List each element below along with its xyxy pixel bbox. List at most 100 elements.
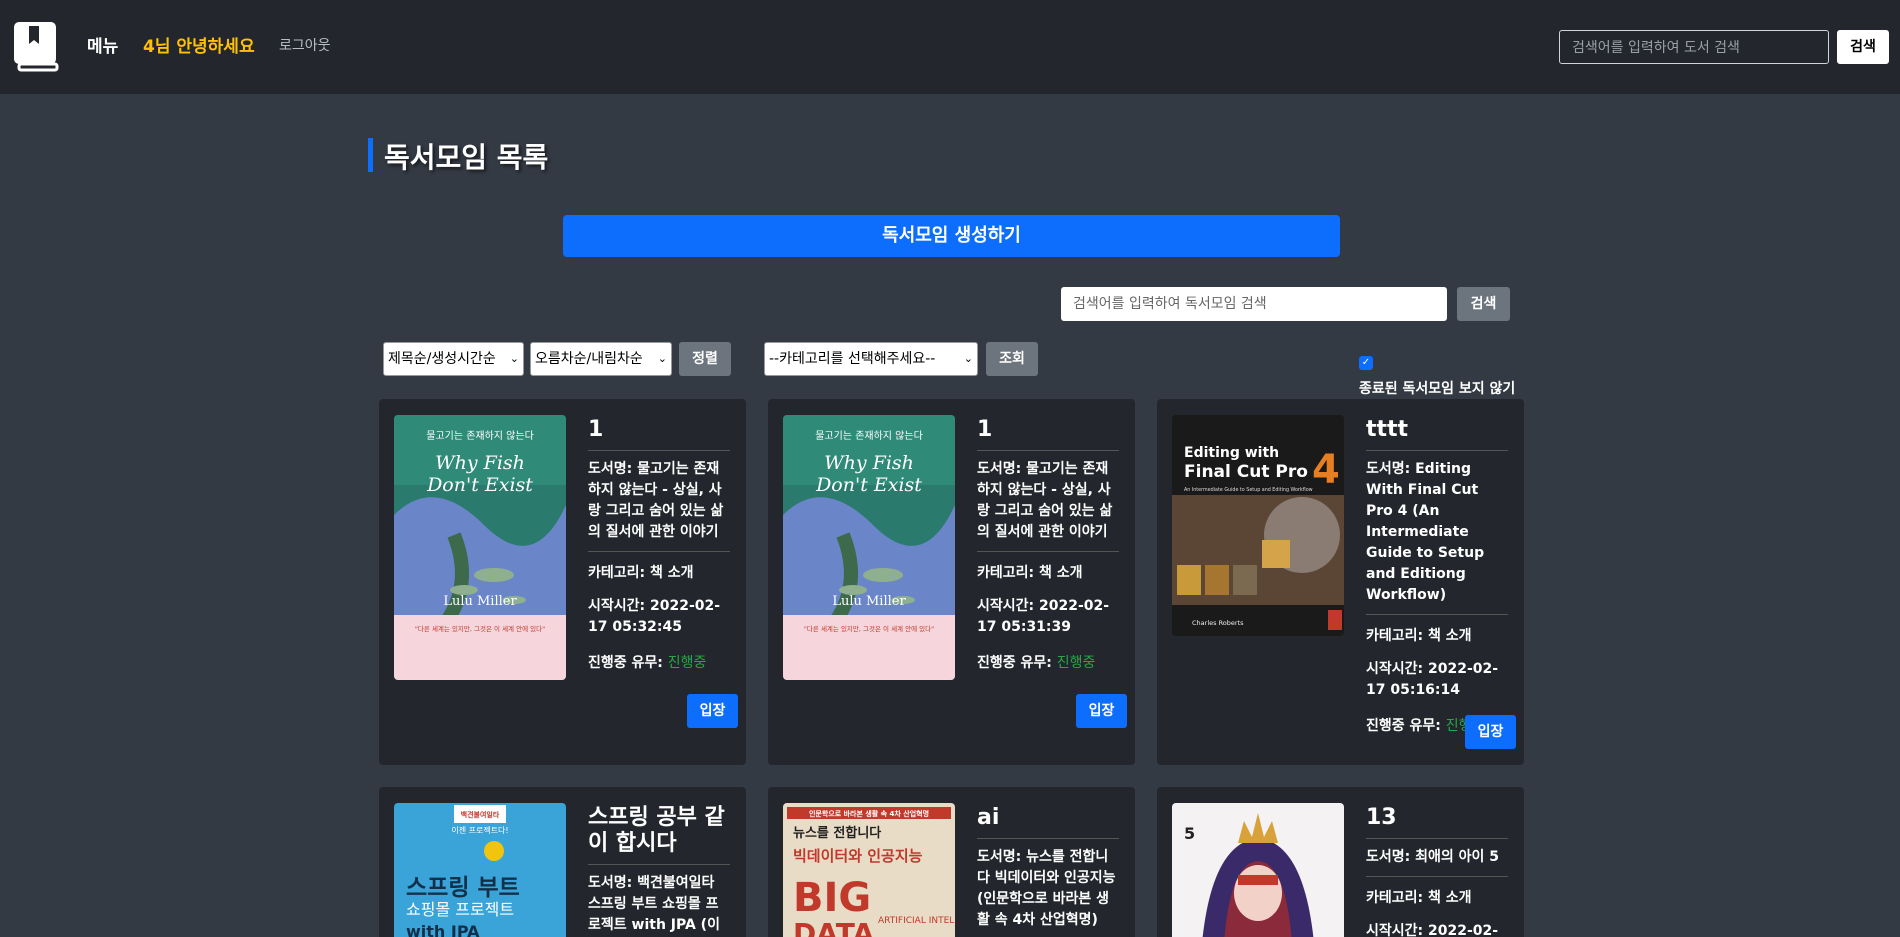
card-status: 진행중 유무: 진행중 — [588, 638, 730, 672]
cover-number: 5 — [1184, 824, 1195, 843]
card-info: tttt 도서명: Editing With Final Cut Pro 4 (… — [1366, 417, 1508, 735]
book-cover-image: 백견불여일타 이젠 프로젝트다! 스프링 부트 쇼핑몰 프로젝트 with JP… — [394, 803, 566, 937]
card-info: 1 도서명: 물고기는 존재하지 않는다 - 상실, 사랑 그리고 숨어 있는 … — [588, 417, 730, 672]
cover-author: Lulu Miller — [443, 594, 517, 609]
svg-text:Why Fish: Why Fish — [824, 452, 914, 474]
group-search-button[interactable]: 검색 — [1457, 287, 1510, 321]
sort-field-select[interactable]: 제목순/생성시간순 ⌄ — [383, 342, 524, 376]
cover-title: 스프링 부트 — [406, 875, 520, 901]
cover-data: DATA — [793, 917, 875, 937]
sort-order-select[interactable]: 오름차순/내림차순 ⌄ — [530, 342, 672, 376]
create-group-button[interactable]: 독서모임 생성하기 — [563, 215, 1340, 257]
card-book-name: 도서명: 백견불여일타 스프링 부트 쇼핑몰 프로젝트 with JPA (이젠 — [588, 865, 730, 937]
chevron-down-icon: ⌄ — [657, 352, 667, 365]
book-logo-icon[interactable] — [12, 20, 60, 72]
cover-big: BIG — [793, 875, 871, 921]
enter-button[interactable]: 입장 — [1076, 694, 1127, 728]
book-cover-image: 5 — [1172, 803, 1344, 937]
sort-field-value: 제목순/생성시간순 — [388, 351, 496, 367]
category-select-value: --카테고리를 선택해주세요-- — [769, 351, 936, 367]
card-start-time: 시작시간: 2022-02- — [1366, 923, 1499, 937]
card-title: ai — [977, 805, 1119, 839]
book-cover-image: 물고기는 존재하지 않는다 Why Fish Don't Exist Lulu … — [783, 415, 955, 680]
book-cover-image: Editing with Final Cut Pro 4 An Intermed… — [1172, 415, 1344, 636]
card-book-name: 도서명: 최애의 아이 5 — [1366, 839, 1508, 877]
card-status-label: 진행중 유무: — [588, 655, 668, 671]
page-title: 독서모임 목록 — [384, 141, 549, 174]
card-book-name: 도서명: 물고기는 존재하지 않는다 - 상실, 사랑 그리고 숨어 있는 삶의… — [977, 451, 1119, 552]
card-info: ai 도서명: 뉴스를 전합니다 빅데이터와 인공지능 (인문학으로 바라본 생… — [977, 805, 1119, 937]
cover-ai: ARTIFICIAL INTELLIGENCE — [878, 916, 955, 926]
card-title: 1 — [977, 417, 1119, 451]
cover-subtitle: 쇼핑몰 프로젝트 — [406, 900, 514, 919]
cover-line2: 빅데이터와 인공지능 — [793, 847, 923, 865]
book-cover-image: 인문학으로 바라본 생활 속 4차 산업혁명 뉴스를 전합니다 빅데이터와 인공… — [783, 803, 955, 937]
card-title: tttt — [1366, 417, 1508, 451]
cover-line1: 뉴스를 전합니다 — [793, 825, 881, 841]
card-category: 카테고리: 책 소개 — [1366, 890, 1472, 906]
card-title: 1 — [588, 417, 730, 451]
category-filter-button[interactable]: 조회 — [986, 342, 1038, 376]
card-status-value: 진행중 — [1056, 655, 1096, 671]
card-category: 카테고리: 책 소개 — [977, 565, 1083, 581]
cover-with: with JPA — [406, 922, 480, 937]
cover-series: 백견불여일타 — [461, 810, 500, 819]
group-card: 물고기는 존재하지 않는다 Why Fish Don't Exist Lulu … — [768, 399, 1135, 765]
card-status-label: 진행중 유무: — [1366, 718, 1446, 734]
hide-closed-checkbox[interactable]: ✓ — [1359, 356, 1373, 370]
card-start-time: 시작시간: 2022-02-17 05:16:14 — [1366, 661, 1499, 698]
card-info: 13 도서명: 최애의 아이 5 카테고리: 책 소개 시작시간: 2022-0… — [1366, 805, 1508, 937]
chevron-down-icon: ⌄ — [509, 352, 519, 365]
card-title: 13 — [1366, 805, 1508, 839]
card-start-time: 시작시간: 2022-02-17 05:31:39 — [977, 598, 1110, 635]
svg-text:Why Fish: Why Fish — [435, 452, 525, 474]
cover-banner: 인문학으로 바라본 생활 속 4차 산업혁명 — [809, 809, 929, 818]
group-card: 물고기는 존재하지 않는다 Why Fish Don't Exist Lulu … — [379, 399, 746, 765]
card-category: 카테고리: 책 소개 — [1366, 628, 1472, 644]
group-card: 백견불여일타 이젠 프로젝트다! 스프링 부트 쇼핑몰 프로젝트 with JP… — [379, 787, 746, 937]
enter-button[interactable]: 입장 — [1465, 715, 1516, 749]
nav-logout-link[interactable]: 로그아웃 — [279, 35, 331, 55]
sort-order-value: 오름차순/내림차순 — [535, 351, 643, 367]
card-title: 스프링 공부 같이 합시다 — [588, 805, 730, 865]
category-select[interactable]: --카테고리를 선택해주세요-- ⌄ — [764, 342, 978, 376]
cover-title1: Editing with — [1184, 445, 1279, 461]
title-accent-bar — [368, 138, 373, 172]
cover-top-text: 물고기는 존재하지 않는다 — [815, 429, 923, 442]
top-navbar: 메뉴 4님 안녕하세요 로그아웃 검색어를 입력하여 도서 검색 검색 — [0, 0, 1900, 94]
cover-quote: "다른 세계는 있지만, 그것은 이 세계 안에 있다" — [415, 624, 545, 633]
enter-button[interactable]: 입장 — [687, 694, 738, 728]
book-search-button[interactable]: 검색 — [1837, 30, 1889, 64]
svg-text:Don't Exist: Don't Exist — [815, 474, 922, 496]
hide-closed-label: 종료된 독서모임 보지 않기 — [1359, 381, 1516, 397]
nav-menu-link[interactable]: 메뉴 — [87, 32, 118, 57]
group-card: 인문학으로 바라본 생활 속 4차 산업혁명 뉴스를 전합니다 빅데이터와 인공… — [768, 787, 1135, 937]
card-start-time: 시작시간: 2022-02-17 05:32:45 — [588, 598, 721, 635]
group-card: 5 13 도서명: 최애의 아이 5 카테고리: 책 소개 시작시간: 2022… — [1157, 787, 1524, 937]
nav-greeting: 4님 안녕하세요 — [143, 37, 255, 57]
card-book-name: 도서명: Editing With Final Cut Pro 4 (An In… — [1366, 451, 1508, 615]
cover-author: Charles Roberts — [1192, 619, 1244, 627]
cover-number: 4 — [1312, 447, 1340, 493]
cover-top-text: 물고기는 존재하지 않는다 — [426, 429, 534, 442]
svg-text:Don't Exist: Don't Exist — [426, 474, 533, 496]
card-status-value: 진행중 — [667, 655, 707, 671]
cover-quote: "다른 세계는 있지만, 그것은 이 세계 안에 있다" — [804, 624, 934, 633]
cover-tag: 이젠 프로젝트다! — [451, 825, 508, 835]
cover-title2: Final Cut Pro — [1184, 462, 1308, 482]
book-search-input[interactable]: 검색어를 입력하여 도서 검색 — [1559, 30, 1829, 64]
card-status-label: 진행중 유무: — [977, 655, 1057, 671]
cover-subtitle: An Intermediate Guide to Setup and Editi… — [1184, 487, 1313, 493]
group-search-input[interactable]: 검색어를 입력하여 독서모임 검색 — [1061, 287, 1447, 321]
chevron-down-icon: ⌄ — [963, 352, 973, 365]
card-book-name: 도서명: 물고기는 존재하지 않는다 - 상실, 사랑 그리고 숨어 있는 삶의… — [588, 451, 730, 552]
group-card: Editing with Final Cut Pro 4 An Intermed… — [1157, 399, 1524, 765]
card-info: 스프링 공부 같이 합시다 도서명: 백견불여일타 스프링 부트 쇼핑몰 프로젝… — [588, 805, 730, 937]
card-category: 카테고리: 책 소개 — [588, 565, 694, 581]
card-info: 1 도서명: 물고기는 존재하지 않는다 - 상실, 사랑 그리고 숨어 있는 … — [977, 417, 1119, 672]
book-cover-image: 물고기는 존재하지 않는다 Why Fish Don't Exist Lulu … — [394, 415, 566, 680]
card-status: 진행중 유무: 진행중 — [977, 638, 1119, 672]
card-book-name: 도서명: 뉴스를 전합니다 빅데이터와 인공지능 (인문학으로 바라본 생활 속… — [977, 839, 1119, 937]
sort-button[interactable]: 정렬 — [679, 342, 731, 376]
cover-author: Lulu Miller — [832, 594, 906, 609]
